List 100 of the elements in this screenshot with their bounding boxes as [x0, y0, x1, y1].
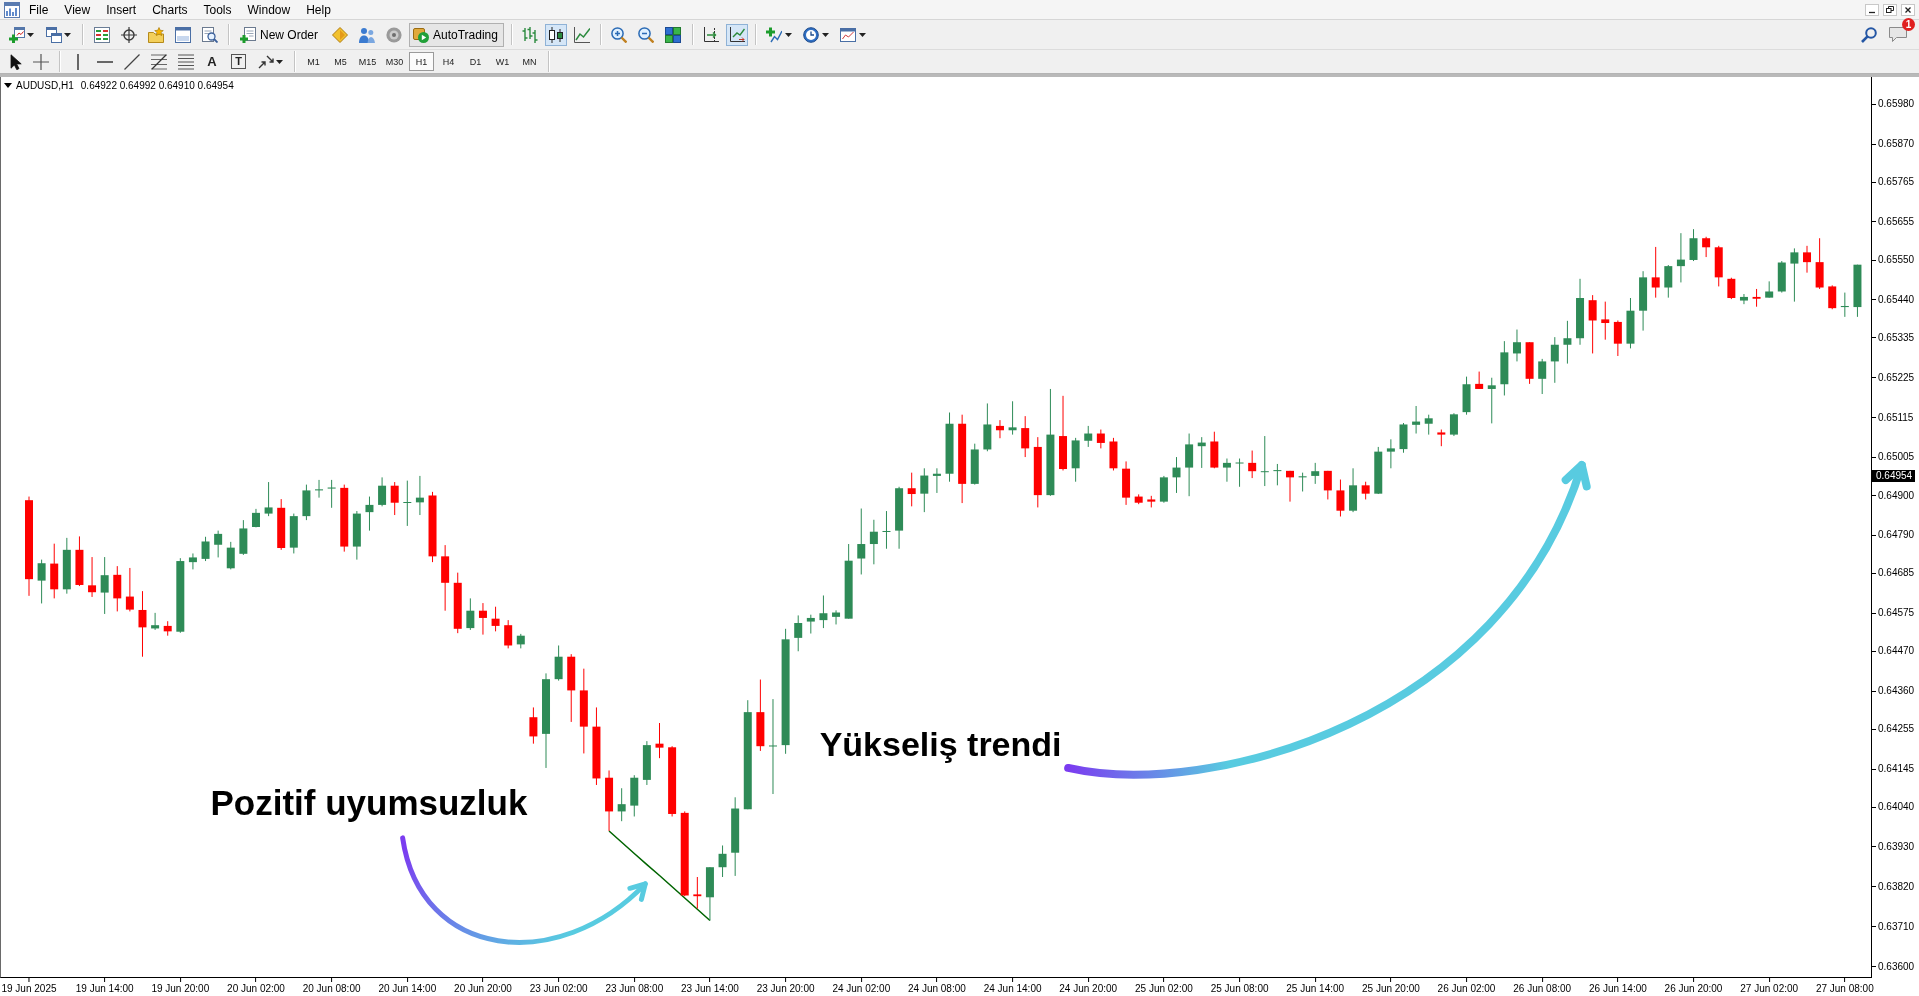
timeframe-button[interactable]: M15 — [355, 52, 380, 71]
time-label: 19 Jun 20:00 — [151, 978, 210, 995]
new-order-button[interactable]: New Order — [236, 22, 324, 47]
caret-icon[interactable] — [27, 32, 34, 37]
candle-wick — [1276, 463, 1278, 486]
disc-icon[interactable] — [385, 26, 402, 43]
candle-wick — [1176, 456, 1177, 494]
fibonacci-icon[interactable] — [150, 53, 167, 70]
menu-item[interactable]: Help — [298, 0, 339, 19]
candle-wick — [1012, 400, 1014, 436]
candle-body — [1803, 252, 1811, 263]
candle-body — [630, 777, 639, 806]
candle-wick — [394, 481, 396, 516]
timeframe-button[interactable]: MN — [517, 52, 542, 71]
candle-body — [1664, 266, 1673, 288]
star-folder-icon[interactable] — [147, 26, 164, 43]
magnifier-document-icon[interactable] — [201, 26, 218, 43]
zoom-out-icon[interactable] — [638, 26, 655, 43]
people-icon[interactable] — [358, 26, 375, 43]
timeframe-button[interactable]: M5 — [328, 52, 353, 71]
text-tool-button[interactable]: A — [203, 52, 221, 71]
caret-icon[interactable] — [64, 32, 71, 37]
timeframe-button[interactable]: M1 — [301, 52, 326, 71]
caret-icon[interactable] — [821, 32, 829, 37]
autotrading-button[interactable]: AutoTrading — [409, 22, 504, 47]
timeframe-button[interactable]: H4 — [436, 52, 461, 71]
candle-body — [466, 610, 475, 629]
target-icon[interactable] — [120, 26, 137, 43]
time-label: 19 Jun 14:00 — [75, 978, 134, 995]
candle-body — [1538, 361, 1547, 379]
candle-body — [365, 504, 374, 513]
candle-body — [1513, 342, 1521, 354]
time-label: 23 Jun 14:00 — [681, 978, 739, 995]
line-plus-icon[interactable] — [766, 26, 783, 43]
time-label: 25 Jun 20:00 — [1362, 978, 1420, 995]
candle-body — [907, 488, 916, 495]
horizontal-lines-icon[interactable] — [177, 53, 194, 70]
menu-item[interactable]: File — [21, 0, 57, 19]
candle-body — [62, 549, 71, 590]
zoom-in-icon[interactable] — [611, 26, 628, 43]
trend-line-icon[interactable] — [123, 53, 140, 70]
minimize-icon[interactable] — [1865, 3, 1879, 16]
chat-icon[interactable] — [1889, 27, 1907, 42]
price-label: 0.65655 — [1872, 215, 1915, 228]
timeframe-button[interactable]: D1 — [463, 52, 488, 71]
auto-scroll-icon[interactable] — [725, 23, 748, 46]
window-panel-icon[interactable] — [174, 26, 191, 43]
caret-icon[interactable] — [276, 59, 283, 64]
candle-wick — [936, 467, 938, 494]
document-plus-icon[interactable] — [240, 26, 256, 43]
chart-window-icon[interactable] — [840, 26, 857, 43]
windows-icon[interactable] — [45, 26, 62, 43]
candle-body — [1550, 344, 1559, 362]
restore-icon[interactable] — [1883, 3, 1897, 16]
caret-icon[interactable] — [784, 32, 792, 37]
candle-body — [453, 582, 462, 629]
time-label: 20 Jun 08:00 — [302, 978, 361, 995]
vertical-line-icon[interactable] — [77, 53, 79, 70]
candle-body — [1601, 319, 1610, 323]
candle-wick — [507, 619, 509, 649]
time-label: 23 Jun 08:00 — [605, 978, 664, 995]
candle-wick — [1604, 301, 1606, 341]
annotation-text: Yükseliş trendi — [819, 724, 1062, 764]
menu-item[interactable]: View — [56, 0, 99, 19]
crosshair-icon[interactable] — [32, 53, 49, 70]
caret-icon[interactable] — [858, 32, 866, 37]
timeframe-button[interactable]: M30 — [382, 52, 407, 71]
caret-icon[interactable] — [4, 83, 12, 88]
timeframe-button[interactable]: H1 — [409, 52, 434, 71]
arrows-icon[interactable] — [257, 54, 274, 69]
clock-icon[interactable] — [803, 26, 820, 43]
candle-body — [554, 656, 563, 680]
quote-table-icon[interactable] — [93, 26, 110, 43]
candle-body — [214, 533, 223, 545]
search-icon[interactable] — [1861, 26, 1877, 43]
candle-wick — [810, 614, 812, 634]
candle-body — [1815, 262, 1824, 288]
candlestick-icon[interactable] — [544, 23, 567, 46]
candle-wick — [1024, 415, 1026, 458]
timeframe-button[interactable]: W1 — [490, 52, 515, 71]
tile-grid-icon[interactable] — [665, 26, 682, 43]
close-icon[interactable] — [1901, 3, 1915, 16]
play-badge-icon[interactable] — [413, 26, 429, 43]
menu-item[interactable]: Insert — [98, 0, 145, 19]
text-label-tool-button[interactable]: T — [231, 54, 246, 69]
candle-body — [756, 712, 765, 747]
candle-body — [857, 544, 866, 559]
menu-item[interactable]: Tools — [195, 0, 240, 19]
candle-body — [100, 575, 109, 593]
time-label: 24 Jun 02:00 — [832, 978, 891, 995]
chart-plus-icon[interactable] — [8, 26, 25, 43]
chart-document-icon[interactable] — [4, 1, 20, 18]
candle-body — [592, 726, 601, 779]
menu-item[interactable]: Window — [239, 0, 299, 19]
candle-wick — [192, 552, 194, 570]
candle-wick — [911, 472, 913, 507]
cursor-icon[interactable] — [9, 53, 22, 70]
horizontal-line-icon[interactable] — [96, 60, 113, 63]
price-label: 0.65115 — [1872, 411, 1914, 424]
menu-item[interactable]: Charts — [144, 0, 196, 19]
